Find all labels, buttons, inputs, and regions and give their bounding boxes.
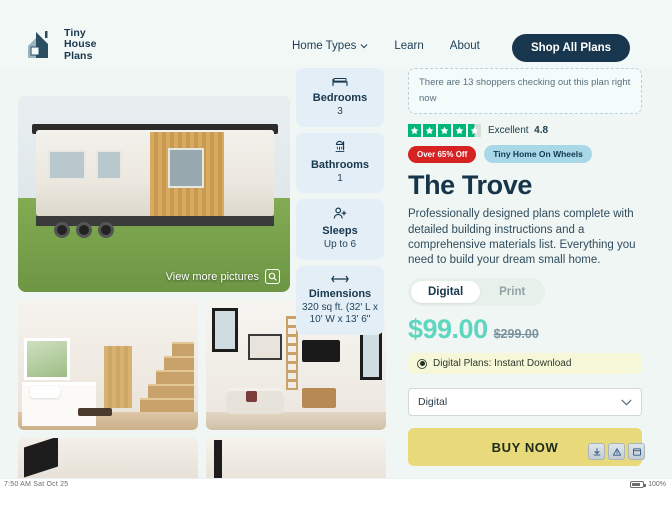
rating-score: 4.8	[534, 125, 549, 137]
thumb-wall-art	[248, 334, 282, 360]
thumb-door	[104, 346, 132, 408]
nav-label: Home Types	[292, 40, 357, 52]
spec-card-dimensions: Dimensions 320 sq ft. (32' L x 10' W x 1…	[296, 265, 384, 335]
nav-item-home-types[interactable]: Home Types	[292, 40, 368, 52]
price-original: $299.00	[493, 327, 539, 342]
spec-label: Dimensions	[308, 287, 372, 300]
house-logo-icon	[28, 31, 48, 58]
battery-icon	[630, 481, 647, 488]
spec-value: 320 sq ft. (32' L x 10' W x 13' 6"	[301, 301, 379, 326]
gallery-thumb-bathroom[interactable]	[18, 300, 198, 430]
star-icon	[438, 124, 451, 138]
hero-trailer-frame	[36, 216, 274, 226]
spec-card-bathrooms: Bathrooms 1	[296, 132, 384, 193]
gallery-thumb-interior-4[interactable]	[206, 438, 386, 478]
bed-icon	[332, 78, 348, 87]
product-page: Tiny House Plans Home Types Learn About …	[0, 0, 672, 478]
chevron-down-icon	[361, 44, 368, 49]
spec-card-bedrooms: Bedrooms 3	[296, 68, 384, 127]
star-icon	[408, 124, 421, 138]
dimensions-icon	[331, 275, 349, 282]
status-bar-battery-group: 100%	[630, 481, 666, 488]
shower-icon	[335, 140, 345, 152]
format-select[interactable]: Digital	[408, 388, 642, 417]
star-half-icon	[468, 124, 481, 138]
star-icon	[453, 124, 466, 138]
download-icon[interactable]	[588, 443, 605, 460]
warning-icon[interactable]	[608, 443, 625, 460]
chevron-down-icon	[621, 399, 632, 406]
category-badge[interactable]: Tiny Home On Wheels	[484, 145, 592, 164]
logo-text: Tiny House Plans	[64, 27, 97, 62]
hero-image[interactable]: View more pictures	[18, 96, 290, 292]
price-row: $99.00 $299.00	[408, 314, 642, 345]
format-option-digital[interactable]: Digital	[411, 281, 481, 304]
hero-wheel	[54, 222, 70, 238]
hero-window	[96, 150, 122, 180]
shop-all-plans-button[interactable]: Shop All Plans	[512, 34, 630, 62]
hero-wheel	[98, 222, 114, 238]
magnify-expand-icon	[265, 269, 280, 284]
status-bar-clock: 7:50 AM Sat Oct 25	[4, 481, 69, 488]
overlay-icon-group	[588, 443, 645, 460]
thumb-tv	[302, 340, 340, 362]
hero-wheel	[76, 222, 92, 238]
thumb-floor	[206, 412, 386, 430]
thumb-rug	[78, 408, 112, 416]
discount-badge: Over 65% Off	[408, 145, 477, 163]
star-rating	[408, 124, 481, 138]
star-icon	[423, 124, 436, 138]
rating-label: Excellent	[488, 125, 529, 137]
radio-selected-icon	[417, 358, 427, 369]
hero-window	[168, 148, 204, 188]
thumb-cabinet	[302, 388, 336, 408]
nav-label: Learn	[394, 40, 424, 52]
delivery-option-row[interactable]: Digital Plans: Instant Download	[408, 353, 642, 375]
price-current: $99.00	[408, 314, 488, 345]
spec-value: 3	[337, 106, 343, 117]
status-bar: 7:50 AM Sat Oct 25 100%	[0, 478, 672, 510]
format-toggle: Digital Print	[408, 278, 546, 307]
battery-percent-label: 100%	[648, 481, 666, 488]
format-option-print[interactable]: Print	[482, 281, 542, 303]
hero-window	[48, 150, 86, 180]
view-more-label: View more pictures	[165, 270, 259, 283]
spec-label: Bedrooms	[312, 92, 368, 104]
spec-card-sleeps: Sleeps Up to 6	[296, 199, 384, 260]
spec-label: Bathrooms	[310, 158, 370, 171]
logo-line-3: Plans	[64, 49, 93, 62]
nav-item-learn[interactable]: Learn	[394, 40, 423, 52]
rating-text: Excellent 4.8	[488, 125, 548, 136]
site-logo[interactable]: Tiny House Plans	[24, 27, 97, 62]
thumb-pillow	[246, 391, 257, 402]
spec-value: 1	[337, 172, 343, 184]
spec-value: Up to 6	[323, 239, 357, 250]
shoppers-notice: There are 13 shoppers checking out this …	[408, 68, 642, 115]
spec-label: Sleeps	[322, 225, 358, 237]
gallery-thumb-interior-3[interactable]	[18, 438, 198, 478]
nav-label: About	[449, 40, 480, 52]
view-more-pictures-button[interactable]: View more pictures	[166, 269, 280, 284]
rating-row: Excellent 4.8	[408, 124, 642, 138]
screen: Tiny House Plans Home Types Learn About …	[0, 0, 672, 510]
nav-item-about[interactable]: About	[450, 40, 480, 52]
product-badges: Over 65% Off Tiny Home On Wheels	[408, 145, 642, 164]
thumb-post	[214, 440, 222, 478]
product-gallery: View more pictures	[18, 96, 386, 478]
window-icon[interactable]	[628, 443, 645, 460]
thumb-wall	[206, 438, 386, 478]
spec-cards: Bedrooms 3 Bathrooms 1 Sleeps Up to 6 Di…	[296, 68, 384, 341]
product-title: The Trove	[408, 170, 532, 201]
thumb-window	[24, 338, 70, 380]
main-nav: Home Types Learn About	[292, 40, 480, 52]
thumb-sink	[30, 386, 60, 398]
format-select-value: Digital	[418, 396, 448, 409]
thumb-window	[212, 308, 238, 352]
purchase-panel: There are 13 shoppers checking out this …	[408, 68, 642, 478]
site-header: Tiny House Plans Home Types Learn About …	[0, 0, 672, 68]
logo-line-2: House	[64, 38, 97, 51]
product-description: Professionally designed plans complete w…	[408, 208, 636, 267]
person-plus-icon	[333, 207, 347, 219]
delivery-option-label: Digital Plans: Instant Download	[433, 358, 572, 370]
